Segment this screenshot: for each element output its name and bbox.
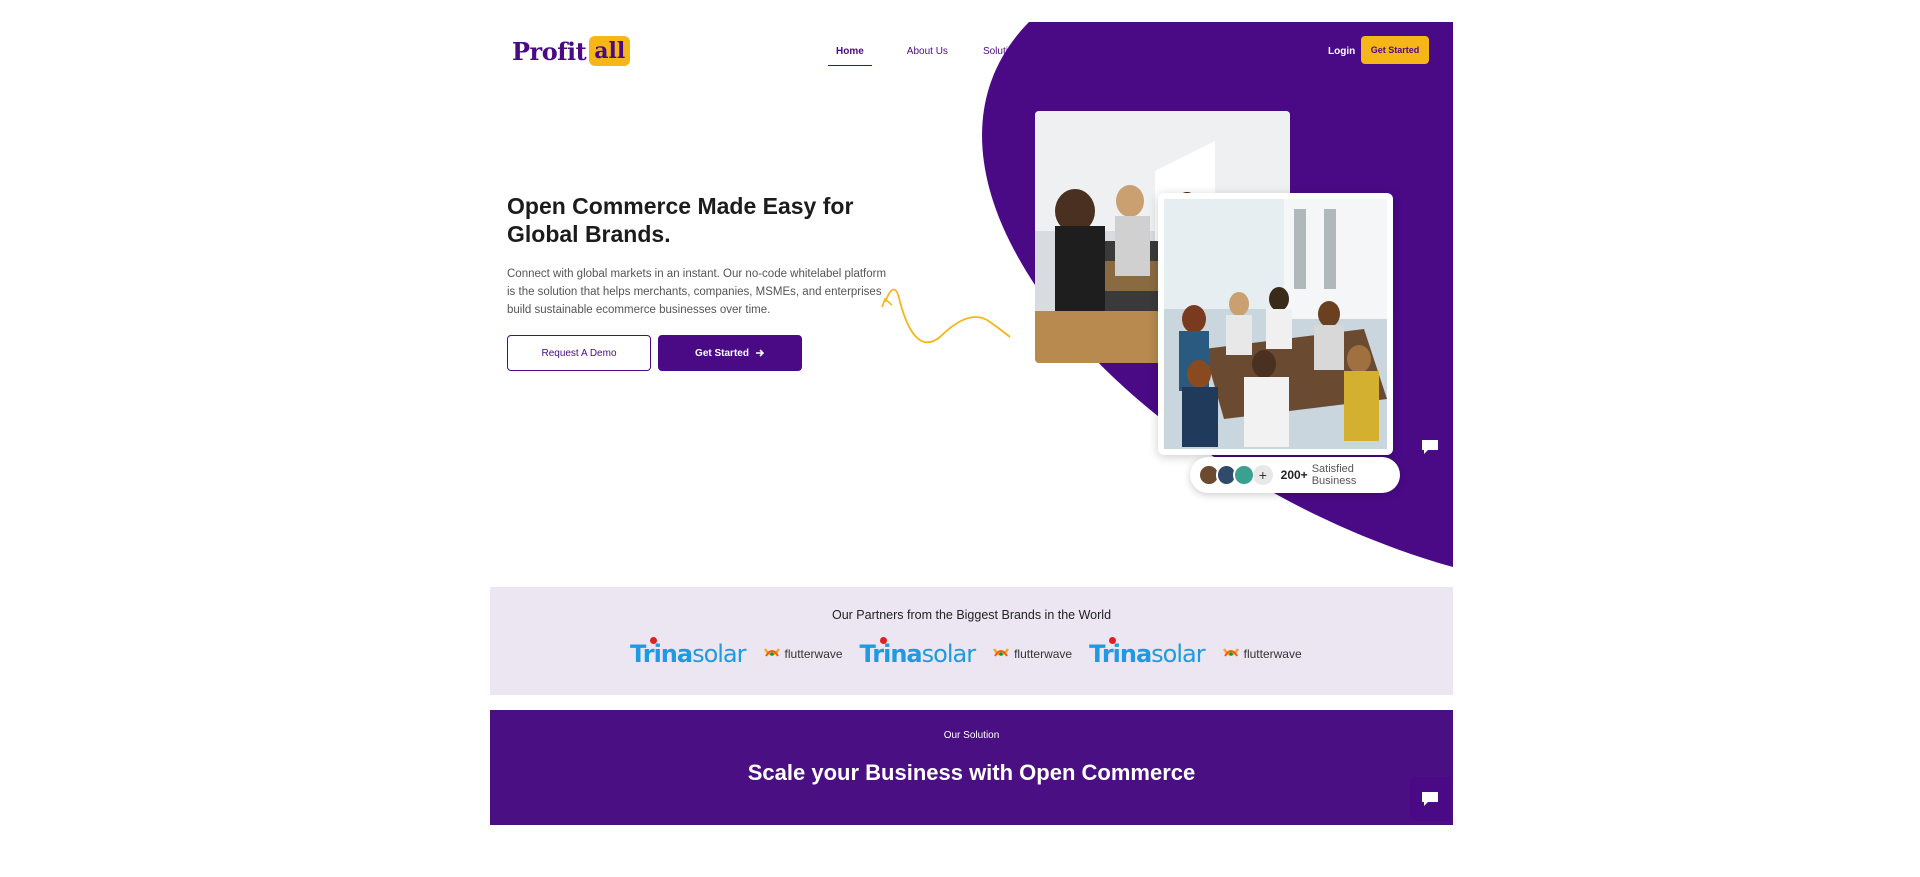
logo-dot [650,637,657,644]
chat-icon [1422,792,1438,806]
nav-about-us[interactable]: About Us [907,46,948,66]
solution-label: Our Solution [943,730,1000,741]
solution-title: Scale your Business with Open Commerce [747,760,1196,785]
get-started-button[interactable]: Get Started [658,335,802,371]
login-link[interactable]: Login [1328,46,1355,57]
flutterwave-logo: flutterwave [763,646,843,662]
trina-solar-logo: Trina solar [860,637,976,668]
get-started-label: Get Started [695,347,749,359]
badge-count: 200+ [1280,468,1308,482]
trina-solar-logo: Trina solar [630,637,747,668]
badge-text: Satisfied Business [1311,463,1357,487]
hero-description: Connect with global markets in an instan… [507,268,887,316]
logo-text: Profit [512,36,587,66]
partner-logos: Trina solar flutterwave Trina solar flutte… [630,637,1302,668]
request-demo-button[interactable]: Request A Demo [507,335,651,371]
logo-badge: all [589,36,631,66]
partners-title: Our Partners from the Biggest Brands in … [831,608,1112,622]
nav-solutions[interactable]: Solutions [983,46,1024,66]
nav-home[interactable]: Home [828,46,872,66]
flutterwave-logo: flutterwave [1222,646,1302,662]
get-started-nav-button[interactable]: Get Started [1361,36,1429,64]
arrow-right-icon [755,349,765,357]
hero-title: Open Commerce Made Easy for Global Brand… [507,193,854,247]
flutterwave-icon [763,648,780,657]
logo[interactable]: Profit all [512,36,631,66]
plus-icon: + [1253,465,1273,485]
solution-section: Our Solution Scale your Business with Op… [490,710,1453,825]
decorative-squiggle [881,288,1011,344]
chat-button[interactable] [1410,777,1450,821]
flutterwave-logo: flutterwave [992,646,1072,662]
main-nav: Home About Us Solutions [828,46,1024,66]
partners-section: Our Partners from the Biggest Brands in … [490,587,1453,695]
flutterwave-icon [1222,648,1239,657]
trina-solar-logo: Trina solar [1089,637,1206,668]
satisfied-business-badge: + 200+ Satisfied Business [1190,457,1400,493]
flutterwave-icon [993,648,1010,657]
logo-dot [879,637,887,644]
page-frame: Profit all Home About Us Solutions Login… [490,22,1453,825]
chat-icon [1422,440,1438,454]
avatar [1233,464,1256,486]
meeting-photo-2 [1158,193,1393,455]
chat-button[interactable] [1410,425,1450,469]
